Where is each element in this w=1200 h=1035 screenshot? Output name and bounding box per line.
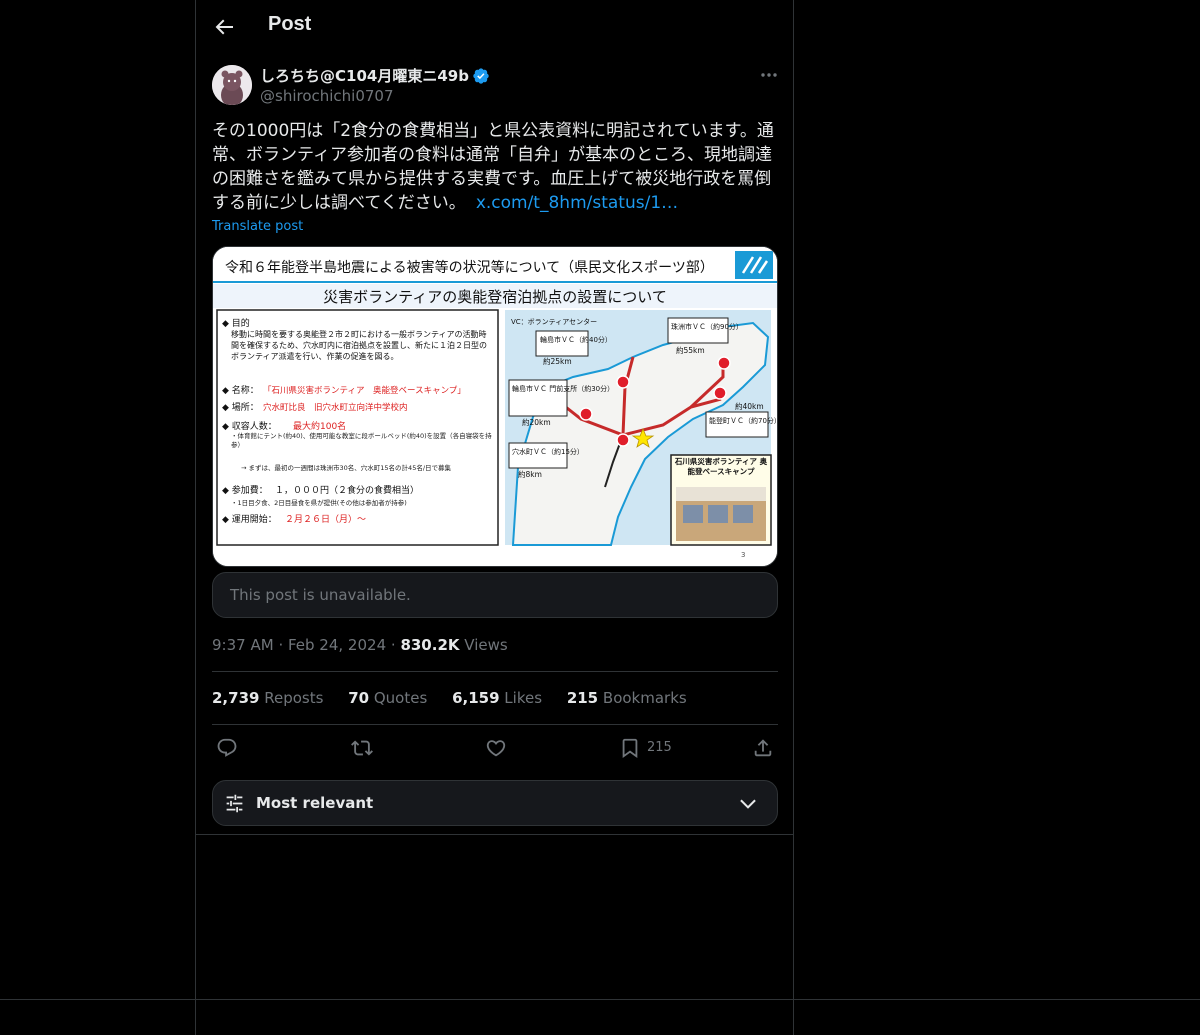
post-time[interactable]: 9:37 AM (212, 636, 274, 654)
post-meta: 9:37 AM · Feb 24, 2024 · 830.2K Views (212, 636, 508, 654)
repost-button[interactable] (351, 737, 373, 761)
prefecture-logo (735, 251, 773, 279)
reposts-stat[interactable]: 2,739 Reposts (212, 689, 323, 707)
main-column: Post しろちち@C104月曜東ニ49b @shirochichi0707 そ… (195, 0, 794, 1035)
author-name-text: しろちち@C104月曜東ニ49b (260, 67, 469, 85)
like-button[interactable] (485, 737, 507, 761)
name-label: ◆ 名称： (222, 384, 259, 396)
reply-button[interactable] (216, 737, 238, 761)
slide-header: 令和６年能登半島地震による被害等の状況等について（県民文化スポーツ部） (225, 259, 714, 276)
start-value: ２月２６日（月）～ (285, 514, 366, 525)
bookmark-count: 215 (647, 740, 672, 755)
vc-wajima-label: 輪島市ＶＣ（約40分） (540, 335, 612, 344)
share-icon (754, 739, 772, 757)
unavailable-text: This post is unavailable. (230, 586, 411, 604)
page-header: Post (196, 0, 794, 54)
repost-icon (351, 740, 373, 756)
start-label: ◆ 運用開始： (222, 513, 277, 525)
dist-anamizu: 約8km (518, 469, 542, 479)
meta-separator: · (390, 636, 401, 654)
reply-icon (217, 738, 237, 757)
fee-note: ・1日目夕食、2日目昼食を県が提供(その他は参加者が持参) (231, 498, 407, 507)
map-legend: VC：ボランティアセンター (511, 317, 597, 326)
author-name[interactable]: しろちち@C104月曜東ニ49b (260, 65, 490, 86)
vc-anamizu-label: 穴水町ＶＣ（約15分） (512, 447, 584, 456)
post-date[interactable]: Feb 24, 2024 (288, 636, 386, 654)
dist-suzu: 約55km (676, 345, 705, 355)
dist-monzen: 約20km (522, 417, 551, 427)
dist-wajima: 約25km (543, 356, 572, 366)
vc-suzu-label: 珠洲市ＶＣ（約90分） (671, 322, 743, 331)
divider (212, 724, 778, 725)
quotes-count: 70 (348, 689, 370, 707)
meta-separator: · (278, 636, 288, 654)
page-title: Post (268, 13, 312, 35)
vc-monzen-label: 輪島市ＶＣ 門前支所（約30分） (512, 384, 614, 393)
bookmarks-label: Bookmarks (602, 689, 687, 707)
quotes-label: Quotes (373, 689, 428, 707)
slide-image: 令和６年能登半島地震による被害等の状況等について（県民文化スポーツ部） 災害ボラ… (213, 247, 777, 566)
reposts-label: Reposts (264, 689, 324, 707)
bookmark-icon (622, 738, 638, 759)
more-options-icon[interactable] (759, 65, 779, 85)
place-value: 穴水町比良 旧穴水町立向洋中学校内 (263, 402, 408, 413)
avatar[interactable] (212, 65, 252, 105)
column-bottom-border (195, 834, 794, 835)
views-label: Views (464, 636, 508, 654)
dist-noto: 約40km (735, 401, 764, 411)
post-link[interactable]: x.com/t_8hm/status/1… (476, 193, 678, 213)
place-label: ◆ 場所： (222, 401, 259, 413)
slide-page-number: 3 (741, 551, 745, 559)
capacity-note-1: ・体育館にテント(約40)、使用可能な教室に段ボールベッド(約40)を設置（各自… (231, 432, 492, 449)
sliders-icon (226, 794, 243, 813)
likes-stat[interactable]: 6,159 Likes (452, 689, 542, 707)
camp-label: 石川県災害ボランティア 奥能登ベースキャンプ (674, 457, 768, 476)
reposts-count: 2,739 (212, 689, 260, 707)
likes-count: 6,159 (452, 689, 500, 707)
verified-badge-icon (473, 68, 489, 84)
divider (212, 671, 778, 672)
bookmarks-stat[interactable]: 215 Bookmarks (567, 689, 687, 707)
back-arrow-icon[interactable] (212, 15, 236, 39)
page-bottom-border (0, 999, 1200, 1000)
views-count: 830.2K (400, 636, 460, 654)
name-value: 「石川県災害ボランティア 奥能登ベースキャンプ」 (263, 385, 466, 396)
bookmark-button[interactable]: 215 (619, 737, 672, 761)
translate-post-link[interactable]: Translate post (212, 219, 303, 234)
share-button[interactable] (752, 737, 774, 761)
fee-value: １，０００円（２食分の食費相当） (275, 484, 419, 496)
sort-replies-dropdown[interactable]: Most relevant (212, 780, 778, 826)
vc-noto-label: 能登町ＶＣ（約70分） (709, 416, 777, 425)
fee-label: ◆ 参加費： (222, 484, 268, 496)
avatar-image (212, 65, 252, 105)
post-image[interactable]: 令和６年能登半島地震による被害等の状況等について（県民文化スポーツ部） 災害ボラ… (212, 246, 778, 567)
chevron-down-icon (740, 799, 756, 809)
capacity-note-2: → まずは、最初の一週間は珠洲市30名、穴水町15名の計45名/日で募集 (241, 463, 452, 472)
quotes-stat[interactable]: 70 Quotes (348, 689, 427, 707)
post-text: その1000円は「2食分の食費相当」と県公表資料に明記されています。通常、ボラン… (212, 119, 778, 215)
engagement-stats: 2,739 Reposts 70 Quotes 6,159 Likes 215 … (212, 689, 707, 707)
heart-icon (486, 740, 506, 757)
slide-title: 災害ボランティアの奥能登宿泊拠点の設置について (323, 288, 667, 306)
purpose-label: ◆ 目的 (222, 317, 250, 329)
capacity-value: 最大約100名 (293, 420, 346, 432)
likes-label: Likes (504, 689, 543, 707)
quoted-post-unavailable: This post is unavailable. (212, 572, 778, 618)
purpose-text: 移動に時間を要する奥能登２市２町における一般ボランティアの活動時間を確保するため… (231, 330, 487, 361)
capacity-label: ◆ 収容人数： (222, 420, 277, 432)
author-handle[interactable]: @shirochichi0707 (260, 87, 394, 105)
bookmarks-count: 215 (566, 689, 599, 707)
sort-label: Most relevant (256, 794, 374, 812)
